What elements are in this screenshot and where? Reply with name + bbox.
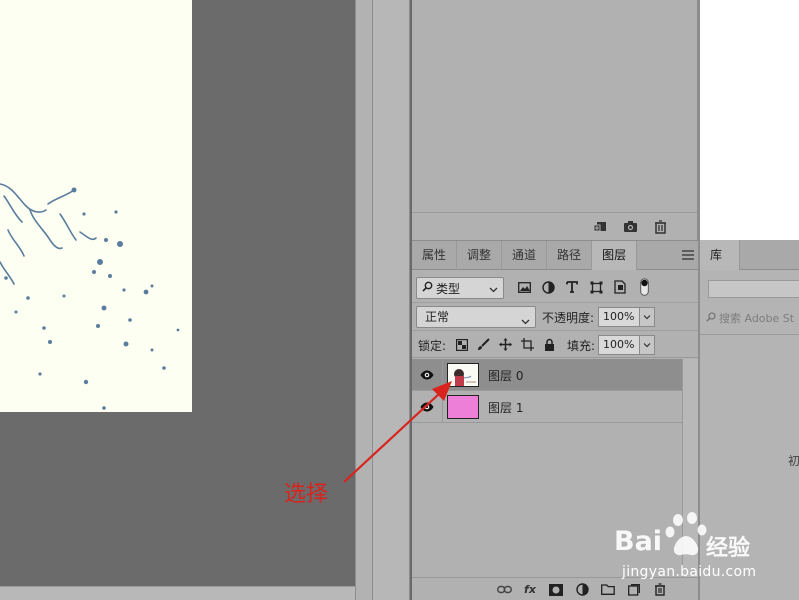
lock-position-icon[interactable]	[498, 337, 513, 352]
fill-input[interactable]: 100%	[598, 335, 640, 355]
opacity-dropdown[interactable]	[639, 307, 655, 327]
layer-list: 图层 0 图层 1	[412, 359, 682, 423]
eye-icon[interactable]	[412, 391, 443, 422]
camera-icon[interactable]	[622, 219, 638, 235]
blend-mode-value: 正常	[425, 310, 450, 324]
layer-thumbnail[interactable]	[447, 363, 479, 387]
panel-dock-gap	[355, 0, 372, 600]
tab-channels[interactable]: 通道	[502, 241, 548, 270]
library-tab-bar: 库	[700, 240, 799, 270]
trash-icon[interactable]	[652, 219, 668, 235]
tab-properties[interactable]: 属性	[412, 241, 458, 270]
filter-toggle-icon[interactable]	[636, 278, 652, 296]
lock-artboard-icon[interactable]	[520, 337, 535, 352]
lock-paint-icon[interactable]	[476, 337, 491, 352]
blend-mode-row: 正常 不透明度: 100%	[412, 302, 698, 330]
watermark-logo-text-2: 经验	[706, 536, 751, 561]
lock-all-icon[interactable]	[542, 337, 557, 352]
library-search-input[interactable]: 搜索 Adobe St	[706, 308, 799, 328]
panel-tab-bar: 属性 调整 通道 路径 图层	[412, 241, 698, 270]
group-folder-icon[interactable]	[600, 582, 616, 598]
fill-dropdown[interactable]	[639, 335, 655, 355]
layer-thumbnail[interactable]	[447, 395, 479, 419]
document-canvas[interactable]	[0, 0, 355, 600]
layer-row-1[interactable]: 图层 1	[412, 391, 682, 423]
layer-filter-row: 类型	[412, 274, 698, 302]
tab-adjustments[interactable]: 调整	[457, 241, 503, 270]
panel-menu-icon[interactable]	[682, 249, 694, 261]
filter-kind-label: 类型	[436, 281, 461, 296]
delete-layer-icon[interactable]	[652, 582, 668, 598]
history-panel-footer	[412, 212, 698, 240]
adjustment-layer-icon[interactable]	[574, 582, 590, 598]
image-filter-icon[interactable]	[516, 279, 532, 295]
link-icon[interactable]	[496, 582, 512, 598]
new-snapshot-icon[interactable]	[592, 219, 608, 235]
photo-thumbnail-image	[454, 369, 476, 386]
chevron-down-icon	[643, 343, 651, 348]
opacity-input[interactable]: 100%	[598, 307, 640, 327]
canvas-horizontal-scrollbar[interactable]	[0, 586, 355, 600]
adjustment-filter-icon[interactable]	[540, 279, 556, 295]
mask-icon[interactable]	[548, 582, 564, 598]
opacity-label: 不透明度:	[542, 311, 595, 325]
watermark-url: jingyan.baidu.com	[622, 564, 757, 580]
layer-row-0[interactable]: 图层 0	[412, 359, 682, 391]
lock-transparency-icon[interactable]	[454, 337, 469, 352]
type-filter-icon[interactable]	[564, 279, 580, 295]
smart-object-filter-icon[interactable]	[612, 279, 628, 295]
tab-layers[interactable]: 图层	[592, 241, 638, 270]
library-search-placeholder: 搜索 Adobe St	[719, 312, 795, 325]
collapsed-panel-dock[interactable]	[372, 0, 410, 600]
chevron-down-icon	[643, 315, 651, 320]
tab-library[interactable]: 库	[700, 240, 740, 270]
search-icon	[706, 311, 716, 325]
water-splash-image	[0, 183, 180, 410]
tab-paths[interactable]: 路径	[547, 241, 593, 270]
search-icon	[422, 281, 433, 295]
fill-label: 填充:	[567, 339, 596, 353]
shape-filter-icon[interactable]	[588, 279, 604, 295]
library-select[interactable]	[708, 280, 799, 298]
chevron-down-icon	[489, 283, 498, 297]
document-image[interactable]	[0, 0, 192, 412]
chevron-down-icon	[521, 312, 530, 332]
fx-icon[interactable]: fx	[522, 582, 538, 598]
eye-icon[interactable]	[412, 359, 443, 390]
library-divider	[700, 334, 799, 335]
blend-mode-select[interactable]: 正常	[416, 306, 536, 328]
new-layer-icon[interactable]	[626, 582, 642, 598]
history-panel	[412, 0, 698, 240]
filter-kind-select[interactable]: 类型	[416, 277, 504, 299]
library-preview-area	[700, 0, 799, 240]
watermark-logo-text: Bai	[614, 526, 663, 557]
library-status-text: 初	[788, 454, 799, 468]
library-panel: 库 搜索 Adobe St 初	[700, 0, 799, 600]
lock-row: 锁定: 填充: 100%	[412, 330, 698, 358]
layer-name[interactable]: 图层 0	[488, 367, 523, 384]
lock-label: 锁定:	[418, 339, 447, 353]
layer-name[interactable]: 图层 1	[488, 399, 523, 416]
